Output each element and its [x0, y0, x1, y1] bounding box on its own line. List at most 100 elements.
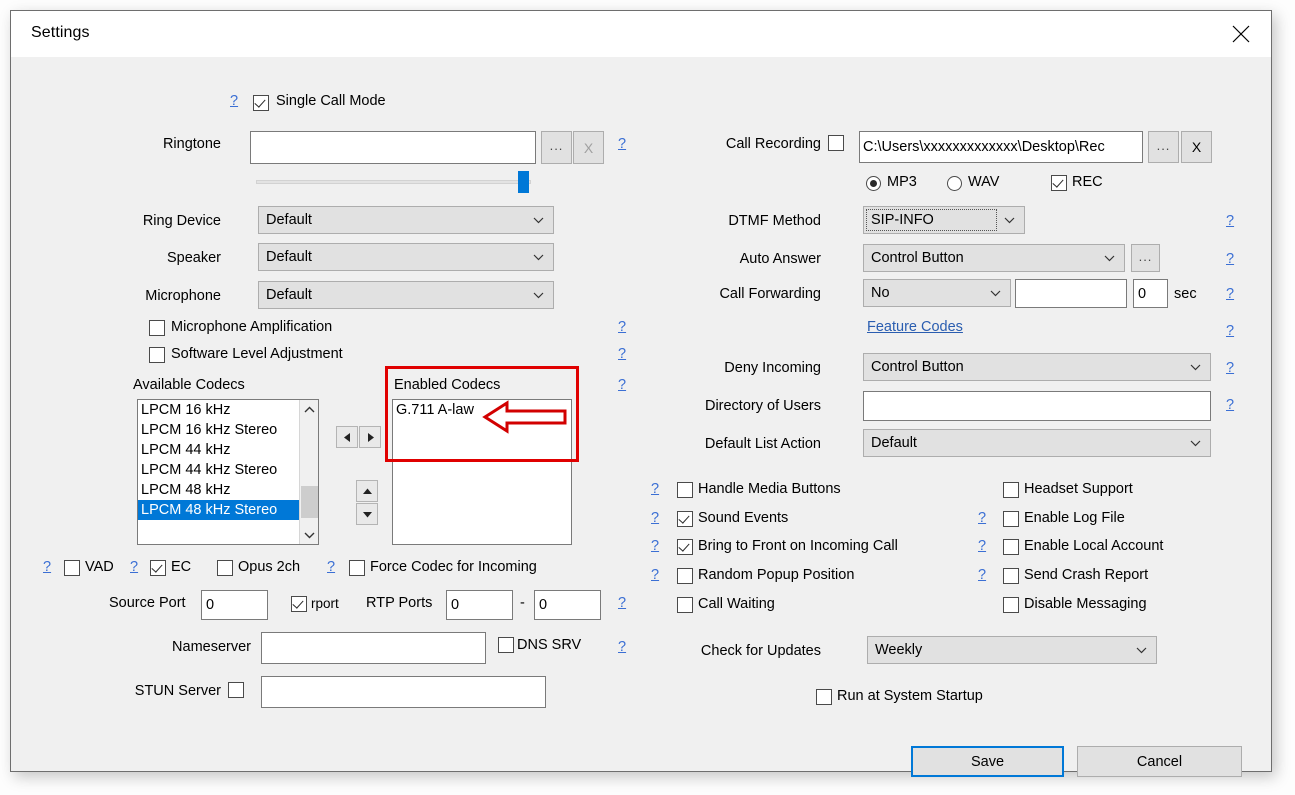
checkbox-rport[interactable]: [291, 596, 307, 612]
checkbox-opus-2ch[interactable]: [217, 560, 233, 576]
available-codecs-list[interactable]: LPCM 16 kHz LPCM 16 kHz Stereo LPCM 44 k…: [137, 399, 319, 545]
nameserver-input[interactable]: [261, 632, 486, 664]
desktop-background: Settings ? Single Call Mode Ringtone ...…: [0, 0, 1295, 795]
codec-move-down-button[interactable]: [356, 503, 378, 525]
source-port-input[interactable]: 0: [201, 590, 268, 620]
ringtone-browse-button[interactable]: ...: [541, 131, 572, 164]
checkbox-rec[interactable]: [1051, 175, 1067, 191]
checkbox-call-waiting[interactable]: [677, 597, 693, 613]
checkbox-handle-media-buttons[interactable]: [677, 482, 693, 498]
help-rtp-ports[interactable]: ?: [618, 595, 626, 611]
checkbox-force-codec[interactable]: [349, 560, 365, 576]
help-nameserver[interactable]: ?: [618, 639, 626, 655]
checkbox-enable-local-account[interactable]: [1003, 539, 1019, 555]
checkbox-run-at-system-startup[interactable]: [816, 689, 832, 705]
checkbox-bring-to-front[interactable]: [677, 539, 693, 555]
help-enable-log-file[interactable]: ?: [978, 510, 986, 526]
scroll-down-icon[interactable]: [300, 525, 318, 544]
call-recording-clear-button[interactable]: X: [1181, 131, 1212, 163]
close-icon[interactable]: [1211, 11, 1271, 57]
checkbox-stun-server[interactable]: [228, 682, 244, 698]
rtp-port-to-input[interactable]: 0: [534, 590, 601, 620]
list-item[interactable]: LPCM 48 kHz: [138, 480, 318, 500]
help-microphone-amplification[interactable]: ?: [618, 319, 626, 335]
radio-format-wav[interactable]: [947, 176, 962, 191]
cancel-button[interactable]: Cancel: [1077, 746, 1242, 777]
ring-device-select[interactable]: Default: [258, 206, 554, 234]
checkbox-call-recording[interactable]: [828, 135, 844, 151]
help-feature-codes[interactable]: ?: [1226, 323, 1234, 339]
help-sound-events[interactable]: ?: [651, 510, 659, 526]
checkbox-disable-messaging[interactable]: [1003, 597, 1019, 613]
help-enable-local-account[interactable]: ?: [978, 538, 986, 554]
auto-answer-select[interactable]: Control Button: [863, 244, 1125, 272]
call-recording-browse-button[interactable]: ...: [1148, 131, 1179, 163]
call-forwarding-seconds-input[interactable]: 0: [1133, 279, 1168, 308]
chevron-down-icon: [1189, 361, 1202, 374]
speaker-select[interactable]: Default: [258, 243, 554, 271]
ringtone-volume-thumb[interactable]: [518, 171, 529, 193]
list-item[interactable]: LPCM 16 kHz Stereo: [138, 420, 318, 440]
help-ringtone[interactable]: ?: [618, 136, 626, 152]
list-item[interactable]: LPCM 16 kHz: [138, 400, 318, 420]
help-bring-to-front[interactable]: ?: [651, 538, 659, 554]
chevron-down-icon: [532, 289, 545, 302]
help-call-forwarding[interactable]: ?: [1226, 286, 1234, 302]
checkbox-microphone-amplification[interactable]: [149, 320, 165, 336]
default-list-action-select[interactable]: Default: [863, 429, 1211, 457]
checkbox-headset-support[interactable]: [1003, 482, 1019, 498]
check-for-updates-select[interactable]: Weekly: [867, 636, 1157, 664]
checkbox-send-crash-report[interactable]: [1003, 568, 1019, 584]
help-force-codec[interactable]: ?: [327, 559, 335, 575]
ringtone-volume-slider[interactable]: [256, 180, 531, 184]
help-single-call-mode[interactable]: ?: [230, 93, 238, 109]
codec-move-left-button[interactable]: [336, 426, 358, 448]
list-item[interactable]: G.711 A-law: [393, 400, 571, 420]
stun-server-input[interactable]: [261, 676, 546, 708]
help-deny-incoming[interactable]: ?: [1226, 360, 1234, 376]
checkbox-sound-events[interactable]: [677, 511, 693, 527]
help-directory-of-users[interactable]: ?: [1226, 397, 1234, 413]
help-handle-media-buttons[interactable]: ?: [651, 481, 659, 497]
checkbox-enable-log-file[interactable]: [1003, 511, 1019, 527]
help-vad[interactable]: ?: [43, 559, 51, 575]
help-random-popup-position[interactable]: ?: [651, 567, 659, 583]
save-button[interactable]: Save: [911, 746, 1064, 777]
help-ec[interactable]: ?: [130, 559, 138, 575]
auto-answer-browse-button[interactable]: ...: [1131, 244, 1160, 272]
help-software-level-adjustment[interactable]: ?: [618, 346, 626, 362]
label-dtmf-method: DTMF Method: [728, 213, 821, 229]
available-codecs-scrollbar[interactable]: [299, 400, 318, 544]
ringtone-clear-button[interactable]: X: [573, 131, 604, 164]
scroll-thumb[interactable]: [301, 486, 318, 518]
list-item-selected[interactable]: LPCM 48 kHz Stereo: [138, 500, 304, 520]
deny-incoming-select[interactable]: Control Button: [863, 353, 1211, 381]
help-auto-answer[interactable]: ?: [1226, 251, 1234, 267]
enabled-codecs-list[interactable]: G.711 A-law: [392, 399, 572, 545]
help-enabled-codecs[interactable]: ?: [618, 377, 626, 393]
call-recording-path-input[interactable]: C:\Users\xxxxxxxxxxxxx\Desktop\Rec: [859, 131, 1143, 163]
list-item[interactable]: LPCM 44 kHz Stereo: [138, 460, 318, 480]
checkbox-software-level-adjustment[interactable]: [149, 347, 165, 363]
scroll-up-icon[interactable]: [300, 400, 318, 419]
list-item[interactable]: LPCM 44 kHz: [138, 440, 318, 460]
help-send-crash-report[interactable]: ?: [978, 567, 986, 583]
codec-move-up-button[interactable]: [356, 480, 378, 502]
feature-codes-link[interactable]: Feature Codes: [867, 319, 963, 335]
call-forwarding-target-input[interactable]: [1015, 279, 1127, 308]
dtmf-method-select[interactable]: SIP-INFO: [863, 206, 1025, 234]
checkbox-single-call-mode[interactable]: [253, 95, 269, 111]
rtp-port-from-input[interactable]: 0: [446, 590, 513, 620]
label-send-crash-report: Send Crash Report: [1024, 567, 1149, 583]
help-dtmf-method[interactable]: ?: [1226, 213, 1234, 229]
microphone-select[interactable]: Default: [258, 281, 554, 309]
checkbox-vad[interactable]: [64, 560, 80, 576]
radio-format-mp3[interactable]: [866, 176, 881, 191]
checkbox-dns-srv[interactable]: [498, 637, 514, 653]
checkbox-random-popup-position[interactable]: [677, 568, 693, 584]
call-forwarding-select[interactable]: No: [863, 279, 1011, 307]
ringtone-input[interactable]: [250, 131, 536, 164]
checkbox-ec[interactable]: [150, 560, 166, 576]
directory-of-users-input[interactable]: [863, 391, 1211, 421]
codec-move-right-button[interactable]: [359, 426, 381, 448]
